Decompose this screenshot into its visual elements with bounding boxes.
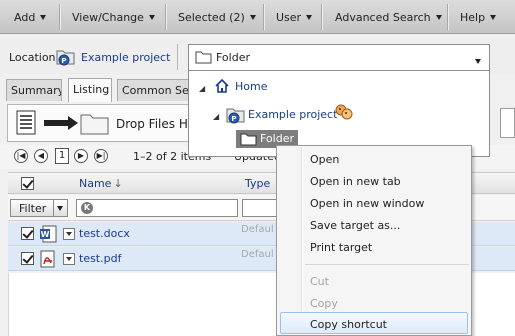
menu-separator [59, 4, 60, 30]
menu-separator [305, 264, 469, 265]
tab-summary-label: Summary [11, 84, 62, 97]
menu-view-change[interactable]: View/Change [72, 11, 155, 24]
svg-text:P: P [61, 57, 66, 65]
chevron-down-icon[interactable] [53, 200, 67, 216]
name-column-header[interactable]: Name ↓ [79, 177, 123, 190]
tree-collapse-icon[interactable]: ◢ [213, 112, 219, 121]
select-all-checkbox[interactable] [21, 177, 34, 190]
menu-item-open-new-tab[interactable]: Open in new tab [310, 175, 401, 188]
menu-user-label: User [276, 11, 302, 24]
svg-text:P: P [231, 115, 236, 123]
menu-add-label: Add [14, 11, 36, 24]
menu-item-open[interactable]: Open [310, 153, 339, 166]
project-icon: P [55, 46, 77, 69]
tree-item-project[interactable]: Example project [248, 108, 337, 121]
menu-help[interactable]: Help [460, 11, 497, 24]
menu-view-change-label: View/Change [72, 11, 144, 24]
chevron-down-icon [475, 55, 481, 68]
chevron-down-icon [306, 15, 313, 20]
menu-advanced-search-label: Advanced Search [335, 11, 431, 24]
menu-separator [165, 4, 166, 30]
menu-item-save-target[interactable]: Save target as... [310, 219, 400, 232]
location-project-link[interactable]: Example project [81, 51, 170, 64]
folder-icon [240, 132, 257, 149]
row-actions-dropdown[interactable] [63, 253, 75, 265]
menu-separator [447, 4, 448, 30]
menu-add[interactable]: Add [14, 11, 47, 24]
menu-selected-label: Selected (2) [178, 11, 245, 24]
menu-item-copy: Copy [310, 297, 338, 310]
menu-separator [321, 4, 322, 30]
menu-user[interactable]: User [276, 11, 313, 24]
tab-common-search[interactable]: Common Sear [117, 79, 189, 101]
file-type-hint: Defaul [241, 224, 274, 235]
chevron-down-icon [249, 15, 256, 20]
last-page-icon[interactable]: ▶| [94, 149, 108, 163]
row-checkbox[interactable] [21, 227, 34, 240]
menu-item-copy-shortcut[interactable]: Copy shortcut [310, 318, 387, 331]
location-separator [177, 44, 178, 70]
arrow-right-icon [43, 115, 79, 134]
folder-select-value: Folder [216, 51, 250, 64]
folder-icon [195, 50, 212, 67]
sort-desc-icon: ↓ [113, 177, 123, 190]
pdf-icon [39, 250, 57, 271]
folder-icon [80, 111, 110, 138]
menu-item-cut: Cut [310, 275, 329, 288]
folder-select[interactable]: Folder [188, 44, 490, 71]
user-group-icon [333, 103, 355, 126]
name-column-label: Name [79, 177, 112, 190]
chevron-down-icon [40, 15, 47, 20]
menu-selected[interactable]: Selected (2) [178, 11, 256, 24]
svg-text:W: W [41, 230, 50, 239]
previous-page-icon[interactable]: ◀ [34, 149, 48, 163]
filter-button-label: Filter [19, 202, 47, 215]
chevron-down-icon [148, 15, 155, 20]
menu-advanced-search[interactable]: Advanced Search [335, 11, 442, 24]
tree-item-folder-label: Folder [260, 132, 294, 145]
menu-separator [263, 4, 264, 30]
menu-item-open-new-window[interactable]: Open in new window [310, 197, 424, 210]
menu-item-print-target[interactable]: Print target [310, 241, 372, 254]
word-doc-icon: W [39, 225, 57, 246]
home-icon [215, 78, 229, 96]
tab-summary[interactable]: Summary [6, 79, 62, 101]
drop-files-label: Drop Files He [116, 117, 196, 131]
document-icon [16, 110, 38, 139]
file-type-hint: Defaul [241, 249, 274, 260]
file-name-link[interactable]: test.docx [79, 227, 130, 240]
tree-item-home[interactable]: Home [235, 80, 267, 93]
next-page-icon[interactable]: ▶ [74, 149, 88, 163]
chevron-down-icon [490, 15, 497, 20]
row-checkbox[interactable] [21, 252, 34, 265]
first-page-icon[interactable]: |◀ [14, 149, 28, 163]
tab-listing[interactable]: Listing [68, 78, 112, 102]
file-name-link[interactable]: test.pdf [79, 252, 121, 265]
context-menu: Open Open in new tab Open in new window … [276, 145, 472, 336]
name-filter-input[interactable]: K [76, 199, 238, 217]
menu-bar: Add View/Change Selected (2) User Advanc… [0, 0, 515, 34]
page-number-input[interactable]: 1 [55, 148, 69, 164]
tab-common-search-label: Common Sear [122, 84, 189, 97]
tree-collapse-icon[interactable]: ◢ [199, 84, 205, 93]
row-actions-dropdown[interactable] [63, 228, 75, 240]
chevron-down-icon [435, 15, 442, 20]
location-label: Location: [9, 51, 60, 64]
tab-listing-label: Listing [73, 83, 110, 96]
menu-gutter [301, 148, 302, 334]
clear-filter-icon[interactable]: K [81, 202, 93, 214]
filter-button[interactable]: Filter [10, 199, 68, 217]
scroll-button[interactable] [500, 108, 515, 138]
project-icon: P [225, 104, 247, 127]
type-column-header[interactable]: Type [245, 177, 270, 190]
menu-help-label: Help [460, 11, 486, 24]
